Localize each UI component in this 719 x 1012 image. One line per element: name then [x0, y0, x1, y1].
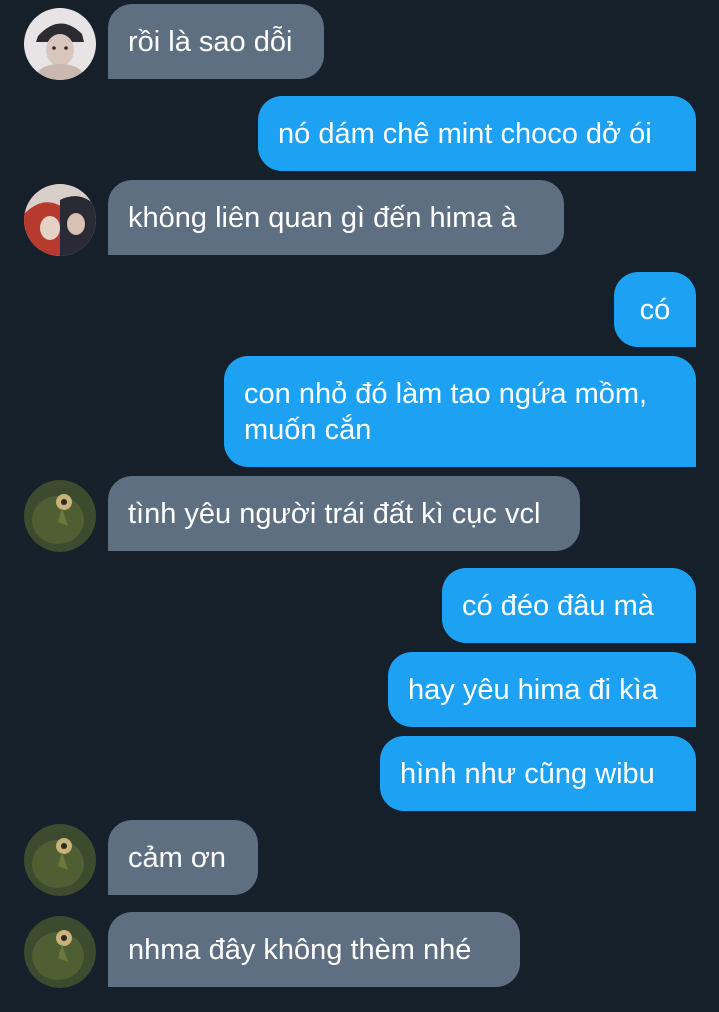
message-bubble-outgoing[interactable]: hay yêu hima đi kìa — [388, 652, 696, 727]
message-bubble-outgoing[interactable]: có — [614, 272, 696, 347]
user-avatar-icon — [24, 480, 96, 552]
message-bubble-incoming[interactable]: không liên quan gì đến hima à — [108, 180, 564, 255]
contact-avatar[interactable] — [24, 184, 96, 256]
message-bubble-incoming[interactable]: nhma đây không thèm nhé — [108, 912, 520, 987]
message-bubble-outgoing[interactable]: nó dám chê mint choco dở ói — [258, 96, 696, 171]
message-bubble-outgoing[interactable]: hình như cũng wibu — [380, 736, 696, 811]
contact-avatar[interactable] — [24, 916, 96, 988]
user-avatar-icon — [24, 916, 96, 988]
message-bubble-incoming[interactable]: rồi là sao dỗi — [108, 4, 324, 79]
contact-avatar[interactable] — [24, 8, 96, 80]
message-bubble-incoming[interactable]: tình yêu người trái đất kì cục vcl — [108, 476, 580, 551]
contact-avatar[interactable] — [24, 824, 96, 896]
conversation-thread: rồi là sao dỗi nó dám chê mint choco dở … — [0, 0, 719, 1012]
user-avatar-icon — [24, 184, 96, 256]
message-bubble-outgoing[interactable]: con nhỏ đó làm tao ngứa mồm, muốn cắn — [224, 356, 696, 467]
message-bubble-incoming[interactable]: cảm ơn — [108, 820, 258, 895]
user-avatar-icon — [24, 8, 96, 80]
message-bubble-outgoing[interactable]: có đéo đâu mà — [442, 568, 696, 643]
contact-avatar[interactable] — [24, 480, 96, 552]
user-avatar-icon — [24, 824, 96, 896]
